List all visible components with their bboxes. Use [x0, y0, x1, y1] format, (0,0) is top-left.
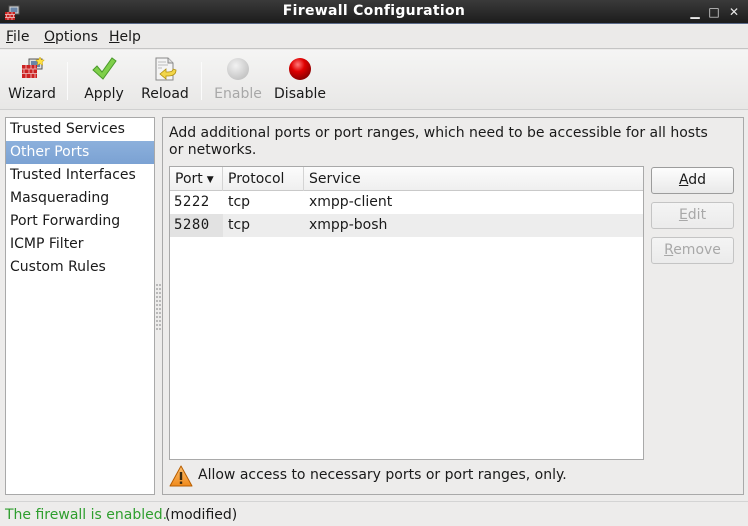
- close-button[interactable]: ✕: [727, 5, 741, 19]
- toolbar-label: Disable: [274, 86, 326, 102]
- status-bar: The firewall is enabled. (modified): [0, 501, 748, 526]
- toolbar-label: Apply: [84, 86, 124, 102]
- category-list: Trusted Services Other Ports Trusted Int…: [5, 117, 155, 495]
- column-label: Port: [175, 171, 203, 187]
- menu-label: elp: [119, 29, 141, 45]
- wizard-button[interactable]: Wizard: [4, 50, 60, 108]
- toolbar: Wizard Apply Reload Enable Disable: [0, 50, 748, 110]
- column-header-service[interactable]: Service: [304, 167, 643, 191]
- remove-button[interactable]: Remove: [651, 237, 734, 264]
- cell-port: 5280: [170, 214, 223, 237]
- mnemonic: O: [44, 29, 56, 45]
- table-header: Port ▼ Protocol Service: [170, 167, 643, 191]
- menu-label: ptions: [55, 29, 99, 45]
- menu-help[interactable]: Help: [109, 29, 141, 45]
- warning-text: Allow access to necessary ports or port …: [198, 467, 567, 483]
- firewall-status: The firewall is enabled.: [5, 507, 168, 523]
- column-header-protocol[interactable]: Protocol: [223, 167, 304, 191]
- title-bar: Firewall Configuration ▁ □ ✕: [0, 0, 748, 24]
- toolbar-label: Wizard: [8, 86, 56, 102]
- menu-options[interactable]: Options: [44, 29, 98, 45]
- cell-protocol: tcp: [228, 194, 251, 210]
- menu-file[interactable]: File: [6, 29, 29, 45]
- add-button[interactable]: Add: [651, 167, 734, 194]
- sidebar-item-icmp-filter[interactable]: ICMP Filter: [6, 233, 154, 256]
- sidebar-item-port-forwarding[interactable]: Port Forwarding: [6, 210, 154, 233]
- sidebar-item-other-ports[interactable]: Other Ports: [6, 141, 154, 164]
- other-ports-panel: Add additional ports or port ranges, whi…: [162, 117, 744, 495]
- reload-icon: [155, 57, 177, 81]
- menu-label: ile: [13, 29, 30, 45]
- cell-service: xmpp-client: [309, 194, 393, 210]
- mnemonic: E: [678, 207, 688, 223]
- toolbar-separator: [201, 62, 202, 100]
- ports-table: Port ▼ Protocol Service 5222 tcp xmpp-cli…: [169, 166, 644, 460]
- edit-button[interactable]: Edit: [651, 202, 734, 229]
- sidebar-item-trusted-services[interactable]: Trusted Services: [6, 118, 154, 141]
- warning-message: Allow access to necessary ports or port …: [169, 464, 709, 490]
- warning-icon: [169, 465, 193, 487]
- mnemonic: A: [678, 172, 689, 188]
- table-row[interactable]: 5222 tcp xmpp-client: [170, 191, 643, 214]
- reload-button[interactable]: Reload: [138, 50, 192, 108]
- menu-bar: File Options Help: [0, 25, 748, 49]
- toolbar-separator: [67, 62, 68, 100]
- button-label: dit: [687, 207, 707, 223]
- panel-description: Add additional ports or port ranges, whi…: [169, 125, 708, 158]
- button-label: emove: [673, 242, 721, 258]
- pane-resize-handle[interactable]: [155, 282, 161, 332]
- column-header-port[interactable]: Port ▼: [170, 167, 223, 191]
- button-label: dd: [688, 172, 707, 188]
- cell-protocol: tcp: [228, 217, 251, 233]
- enable-button[interactable]: Enable: [212, 50, 264, 108]
- maximize-button[interactable]: □: [707, 5, 721, 19]
- table-row[interactable]: 5280 tcp xmpp-bosh: [170, 214, 643, 237]
- mnemonic: F: [6, 29, 14, 45]
- sidebar-item-custom-rules[interactable]: Custom Rules: [6, 256, 154, 279]
- toolbar-label: Reload: [141, 86, 189, 102]
- sidebar-item-masquerading[interactable]: Masquerading: [6, 187, 154, 210]
- wizard-icon: [22, 56, 45, 78]
- disable-icon: [289, 58, 311, 80]
- toolbar-label: Enable: [214, 86, 262, 102]
- cell-port: 5222: [174, 194, 210, 210]
- mnemonic: H: [109, 29, 120, 45]
- cell-service: xmpp-bosh: [309, 217, 388, 233]
- mnemonic: R: [664, 242, 674, 258]
- checkmark-icon: [92, 57, 117, 80]
- enable-icon: [227, 58, 249, 80]
- apply-button[interactable]: Apply: [78, 50, 130, 108]
- sort-descending-icon: ▼: [206, 175, 214, 185]
- modified-indicator: (modified): [165, 507, 238, 523]
- sidebar-item-trusted-interfaces[interactable]: Trusted Interfaces: [6, 164, 154, 187]
- disable-button[interactable]: Disable: [272, 50, 328, 108]
- minimize-button[interactable]: ▁: [688, 5, 702, 19]
- window-title: Firewall Configuration: [282, 3, 466, 19]
